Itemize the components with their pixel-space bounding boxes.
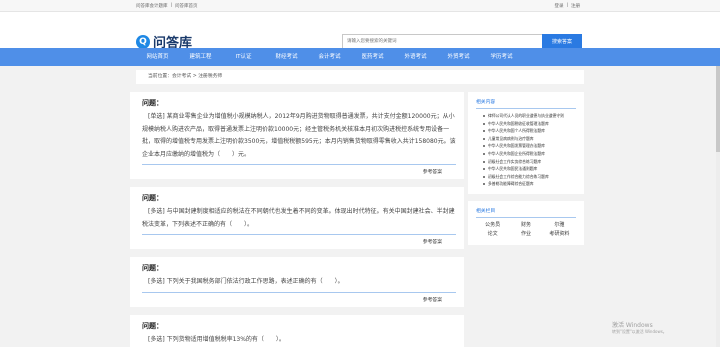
column-link[interactable]: 考研资料 [543, 230, 576, 239]
question-list: 问题： [单选] 某商业零售企业为增值税小规模纳税人，2012年9月购进货物取得… [130, 92, 464, 347]
answer-link[interactable]: 参考答案 [423, 238, 442, 245]
top-link-home-bank[interactable]: 问答库会计题库 [136, 3, 168, 9]
question-heading: 问题： [142, 99, 163, 107]
column-link[interactable]: 尔雅 [543, 221, 576, 230]
related-item[interactable]: 中华人民共和国民法通则题库 [476, 165, 576, 173]
answer-link[interactable]: 参考答案 [423, 296, 442, 303]
main-nav: 网站首页 建筑工程 IT认证 财经考试 会计考试 医药考试 外语考试 外贸考试 … [0, 48, 720, 66]
watermark-title: 激活 Windows [612, 322, 653, 329]
nav-item-home[interactable]: 网站首页 [136, 48, 179, 66]
column-link[interactable]: 财务 [509, 221, 542, 230]
top-bar-account-links: 登录 | 注册 [554, 3, 580, 9]
related-columns-box: 相关栏目 公务员 财务 尔雅 论文 作业 考研资料 [468, 200, 584, 245]
question-heading: 问题： [142, 194, 163, 202]
related-item[interactable]: 中华人民共和国个人所得税法题库 [476, 127, 576, 135]
logo-icon: Q [136, 34, 150, 49]
related-item[interactable]: 中华人民共和国发票管理办法题库 [476, 142, 576, 150]
related-item[interactable]: 中华人民共和国税收征收管理法题库 [476, 120, 576, 128]
nav-item-construction[interactable]: 建筑工程 [179, 48, 222, 66]
question-text[interactable]: [多选] 下列关于我国税务部门依法行政工作思路，表述正确的有（ ）。 [142, 276, 456, 289]
nav-item-language[interactable]: 外语考试 [394, 48, 437, 66]
nav-item-education[interactable]: 学历考试 [480, 48, 523, 66]
nav-item-finance[interactable]: 财经考试 [265, 48, 308, 66]
column-link[interactable]: 公务员 [476, 221, 509, 230]
question-text[interactable]: [多选] 与中国封建制度相适应的税法在不同朝代也发生着不同的变革。体现出时代特征… [142, 206, 456, 231]
related-item[interactable]: 多普勒功能障碍综合征题库 [476, 180, 576, 188]
question-text[interactable]: [单选] 某商业零售企业为增值税小规模纳税人，2012年9月购进货物取得普通发票… [142, 111, 456, 161]
related-item[interactable]: 初级社会工作实务综合练习题库 [476, 158, 576, 166]
nav-item-it[interactable]: IT认证 [222, 48, 265, 66]
column-link[interactable]: 作业 [509, 230, 542, 239]
account-link-separator: | [566, 3, 568, 8]
question-footer: 参考答案 [142, 291, 456, 303]
register-link[interactable]: 注册 [571, 3, 580, 9]
site-header: Q 问答库 搜索答案 [0, 12, 720, 51]
question-card: 问题： [多选] 下列关于我国税务部门依法行政工作思路，表述正确的有（ ）。 参… [130, 257, 464, 307]
top-bar: 问答库会计题库 | 问答库首页 登录 | 注册 [0, 0, 720, 12]
question-card: 问题： [单选] 某商业零售企业为增值税小规模纳税人，2012年9月购进货物取得… [130, 92, 464, 179]
related-item[interactable]: 初级社会工作综合能力综合练习题库 [476, 173, 576, 181]
question-card: 问题： [多选] 下列货物适用增值税税率13%的有（ ）。 [130, 314, 464, 347]
search-input[interactable] [342, 34, 542, 49]
nav-item-accounting[interactable]: 会计考试 [308, 48, 351, 66]
windows-activation-watermark: 激活 Windows 转到"设置"以激活 Windows。 [612, 320, 667, 335]
related-content-title: 相关内容 [476, 98, 576, 109]
nav-item-trade[interactable]: 外贸考试 [437, 48, 480, 66]
sidebar: 相关内容 律师公司代认人员的职业道德与执业道德守则 中华人民共和国税收征收管理法… [468, 92, 584, 252]
related-content-box: 相关内容 律师公司代认人员的职业道德与执业道德守则 中华人民共和国税收征收管理法… [468, 92, 584, 194]
question-card: 问题： [多选] 与中国封建制度相适应的税法在不同朝代也发生着不同的变革。体现出… [130, 187, 464, 249]
related-item[interactable]: 中华人民共和国企业所得税法题库 [476, 150, 576, 158]
search-button[interactable]: 搜索答案 [542, 34, 582, 49]
question-footer: 参考答案 [142, 164, 456, 175]
top-link-home[interactable]: 问答库首页 [175, 3, 198, 9]
top-bar-left-links: 问答库会计题库 | 问答库首页 [136, 3, 198, 9]
related-columns-title: 相关栏目 [476, 207, 576, 218]
question-heading: 问题： [142, 321, 163, 330]
login-link[interactable]: 登录 [554, 3, 563, 9]
breadcrumb: 当前位置：会计考试 > 注册税务师 [136, 70, 584, 84]
search-bar: 搜索答案 [342, 34, 582, 49]
related-item[interactable]: 儿童常见病病例与治疗题库 [476, 135, 576, 143]
question-footer: 参考答案 [142, 234, 456, 245]
question-text[interactable]: [多选] 下列货物适用增值税税率13%的有（ ）。 [142, 334, 456, 347]
top-link-separator: | [170, 3, 173, 8]
nav-item-medical[interactable]: 医药考试 [351, 48, 394, 66]
column-link[interactable]: 论文 [476, 230, 509, 239]
watermark-subtitle: 转到"设置"以激活 Windows。 [612, 329, 667, 334]
answer-link[interactable]: 参考答案 [423, 168, 442, 175]
question-heading: 问题： [142, 264, 163, 272]
related-item[interactable]: 律师公司代认人员的职业道德与执业道德守则 [476, 112, 576, 120]
